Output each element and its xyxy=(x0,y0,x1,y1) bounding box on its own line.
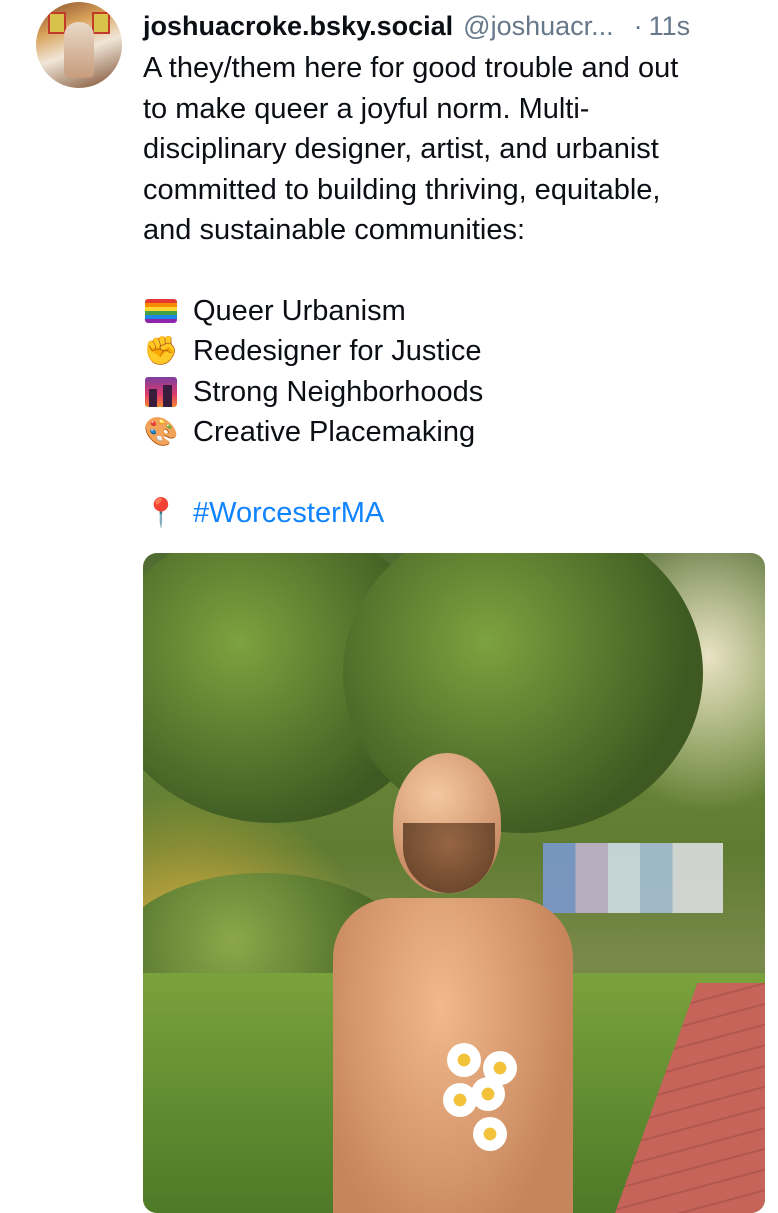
bio-line: A they/them here for good trouble and ou… xyxy=(143,52,679,84)
list-item-text: Queer Urbanism xyxy=(193,294,406,327)
list-item: Queer Urbanism xyxy=(143,291,763,332)
display-name[interactable]: joshuacroke.bsky.social xyxy=(143,11,453,42)
daisy-flower xyxy=(447,1043,481,1077)
list-item: ✊ Redesigner for Justice xyxy=(143,331,763,372)
cityscape-icon xyxy=(143,376,179,408)
list-item: 🎨 Creative Placemaking xyxy=(143,412,763,453)
bio-line: committed to building thriving, equitabl… xyxy=(143,173,661,206)
post-image[interactable] xyxy=(143,553,765,1213)
bio-line: to make queer a joyful norm. Multi- xyxy=(143,92,590,125)
location-line: 📍 #WorcesterMA xyxy=(143,493,763,534)
list-item: Strong Neighborhoods xyxy=(143,372,763,413)
timestamp[interactable]: 11s xyxy=(649,11,691,42)
handle[interactable]: @joshuacr... xyxy=(463,11,613,42)
bio-line: disciplinary designer, artist, and urban… xyxy=(143,133,659,165)
list-item-text: Creative Placemaking xyxy=(193,416,476,448)
avatar[interactable] xyxy=(36,2,122,88)
bio-line: and sustainable communities: xyxy=(143,214,526,246)
round-pushpin-icon: 📍 xyxy=(143,496,179,528)
post-text: A they/them here for good trouble and ou… xyxy=(143,48,763,533)
avatar-picture-frame-right xyxy=(92,12,110,34)
clothesline-laundry xyxy=(543,843,723,913)
daisy-flower xyxy=(471,1077,505,1111)
hashtag-link[interactable]: #WorcesterMA xyxy=(193,493,384,534)
daisy-flower xyxy=(473,1117,507,1151)
rainbow-flag-icon xyxy=(143,295,179,327)
post-header: joshuacroke.bsky.social @joshuacr... · 1… xyxy=(143,6,770,46)
separator-dot: · xyxy=(633,10,643,41)
list-item-text: Strong Neighborhoods xyxy=(193,375,484,408)
daisy-bouquet xyxy=(443,1043,533,1153)
raised-fist-icon: ✊ xyxy=(143,335,179,366)
avatar-picture-frame-left xyxy=(48,12,66,34)
artist-palette-icon: 🎨 xyxy=(143,416,179,447)
avatar-figure xyxy=(64,22,94,78)
list-item-text: Redesigner for Justice xyxy=(193,335,482,367)
